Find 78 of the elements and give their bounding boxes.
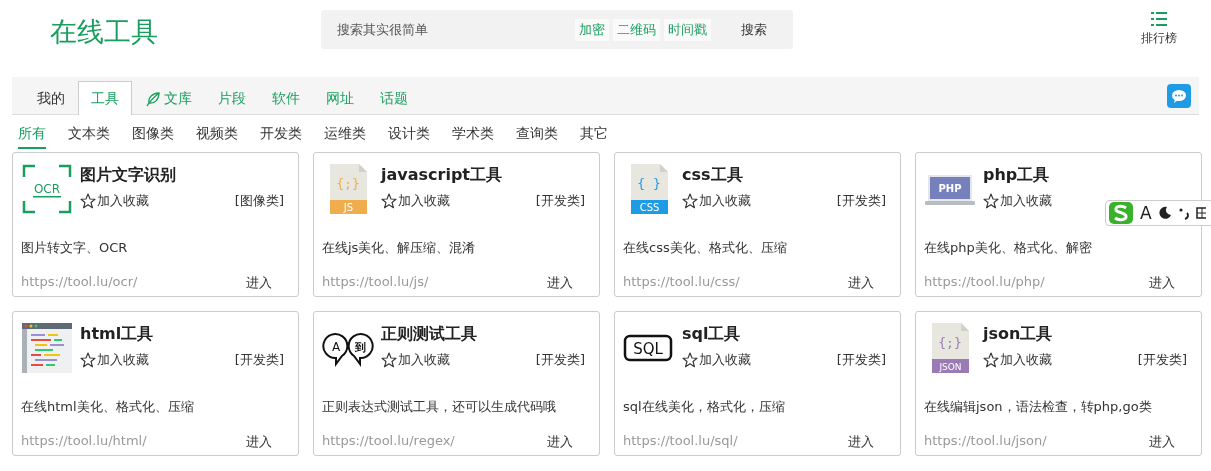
tool-description: 在线html美化、格式化、压缩 bbox=[21, 398, 195, 416]
tool-title[interactable]: json工具 bbox=[983, 324, 1193, 345]
category-tab[interactable]: 所有 bbox=[18, 125, 46, 149]
favorite-button[interactable]: 加入收藏 bbox=[983, 351, 1052, 369]
enter-link[interactable]: 进入 bbox=[246, 274, 272, 292]
category-tab[interactable]: 学术类 bbox=[452, 125, 494, 147]
enter-link[interactable]: 进入 bbox=[1149, 433, 1175, 451]
grid-icon[interactable] bbox=[1195, 206, 1206, 220]
category-tab[interactable]: 图像类 bbox=[132, 125, 174, 147]
tool-url: https://tool.lu/regex/ bbox=[322, 433, 456, 450]
tool-url: https://tool.lu/php/ bbox=[924, 274, 1046, 291]
tool-title[interactable]: css工具 bbox=[682, 165, 892, 186]
star-icon bbox=[682, 193, 698, 209]
tool-title[interactable]: sql工具 bbox=[682, 324, 892, 345]
star-icon bbox=[983, 193, 999, 209]
enter-link[interactable]: 进入 bbox=[848, 433, 874, 451]
favorite-button[interactable]: 加入收藏 bbox=[682, 192, 751, 210]
category-tab[interactable]: 开发类 bbox=[260, 125, 302, 147]
category-label[interactable]: [开发类] bbox=[1137, 351, 1187, 369]
category-label[interactable]: [开发类] bbox=[234, 351, 284, 369]
tool-url: https://tool.lu/sql/ bbox=[623, 433, 739, 450]
favorite-button[interactable]: 加入收藏 bbox=[80, 192, 149, 210]
favorite-button[interactable]: 加入收藏 bbox=[381, 351, 450, 369]
tool-title[interactable]: 正则测试工具 bbox=[381, 324, 591, 345]
tool-url: https://tool.lu/css/ bbox=[623, 274, 741, 291]
tool-url: https://tool.lu/json/ bbox=[924, 433, 1048, 450]
input-method-logo-icon[interactable] bbox=[1108, 201, 1134, 225]
tool-title[interactable]: php工具 bbox=[983, 165, 1193, 186]
star-icon bbox=[983, 352, 999, 368]
category-label[interactable]: [开发类] bbox=[535, 351, 585, 369]
favorite-button[interactable]: 加入收藏 bbox=[682, 351, 751, 369]
category-tab[interactable]: 其它 bbox=[580, 125, 608, 147]
tool-description: 图片转文字、OCR bbox=[21, 239, 129, 257]
enter-link[interactable]: 进入 bbox=[547, 274, 573, 292]
enter-link[interactable]: 进入 bbox=[547, 433, 573, 451]
punctuation-icon[interactable] bbox=[1177, 206, 1190, 220]
tool-description: 在线css美化、格式化、压缩 bbox=[623, 239, 788, 257]
star-icon bbox=[682, 352, 698, 368]
nav-tab[interactable]: 工具 bbox=[78, 81, 132, 115]
tool-title[interactable]: 图片文字识别 bbox=[80, 165, 290, 186]
tool-url: https://tool.lu/js/ bbox=[322, 274, 430, 291]
category-tab[interactable]: 运维类 bbox=[324, 125, 366, 147]
favorite-button[interactable]: 加入收藏 bbox=[983, 192, 1052, 210]
favorite-button[interactable]: 加入收藏 bbox=[80, 351, 149, 369]
moon-icon[interactable] bbox=[1157, 206, 1172, 220]
list-icon bbox=[1151, 12, 1167, 26]
favorite-button[interactable]: 加入收藏 bbox=[381, 192, 450, 210]
tool-url: https://tool.lu/ocr/ bbox=[21, 274, 139, 291]
code-editor-icon bbox=[21, 322, 73, 374]
enter-link[interactable]: 进入 bbox=[246, 433, 272, 451]
enter-link[interactable]: 进入 bbox=[848, 274, 874, 292]
tool-title[interactable]: html工具 bbox=[80, 324, 290, 345]
tool-url: https://tool.lu/html/ bbox=[21, 433, 148, 450]
ime-mode-toggle[interactable]: A bbox=[1140, 203, 1152, 223]
enter-link[interactable]: 进入 bbox=[1149, 274, 1175, 292]
ranking-link[interactable]: 排行榜 bbox=[1141, 12, 1177, 47]
category-tab[interactable]: 视频类 bbox=[196, 125, 238, 147]
star-icon bbox=[381, 193, 397, 209]
search-field[interactable]: 搜索其实很简单 bbox=[337, 22, 571, 37]
category-label[interactable]: [开发类] bbox=[836, 351, 886, 369]
chat-icon[interactable] bbox=[1167, 83, 1191, 108]
leaf-icon bbox=[145, 91, 161, 107]
tool-description: sql在线美化，格式化，压缩 bbox=[623, 398, 786, 416]
tool-description: 在线js美化、解压缩、混淆 bbox=[322, 239, 477, 257]
star-icon bbox=[80, 193, 96, 209]
star-icon bbox=[381, 352, 397, 368]
category-label[interactable]: [开发类] bbox=[836, 192, 886, 210]
category-label[interactable]: [开发类] bbox=[535, 192, 585, 210]
category-label[interactable]: [图像类] bbox=[234, 192, 284, 210]
tool-description: 正则表达式测试工具，还可以生成代码哦 bbox=[322, 398, 557, 416]
tool-description: 在线php美化、格式化、解密 bbox=[924, 239, 1093, 257]
category-tab[interactable]: 设计类 bbox=[388, 125, 430, 147]
tool-title[interactable]: javascript工具 bbox=[381, 165, 591, 186]
nav-tab[interactable]: 我的 bbox=[24, 82, 78, 115]
star-icon bbox=[80, 352, 96, 368]
tool-description: 在线编辑json，语法检查，转php,go类 bbox=[924, 398, 1153, 416]
category-tab[interactable]: 文本类 bbox=[68, 125, 110, 147]
category-tab[interactable]: 查询类 bbox=[516, 125, 558, 147]
